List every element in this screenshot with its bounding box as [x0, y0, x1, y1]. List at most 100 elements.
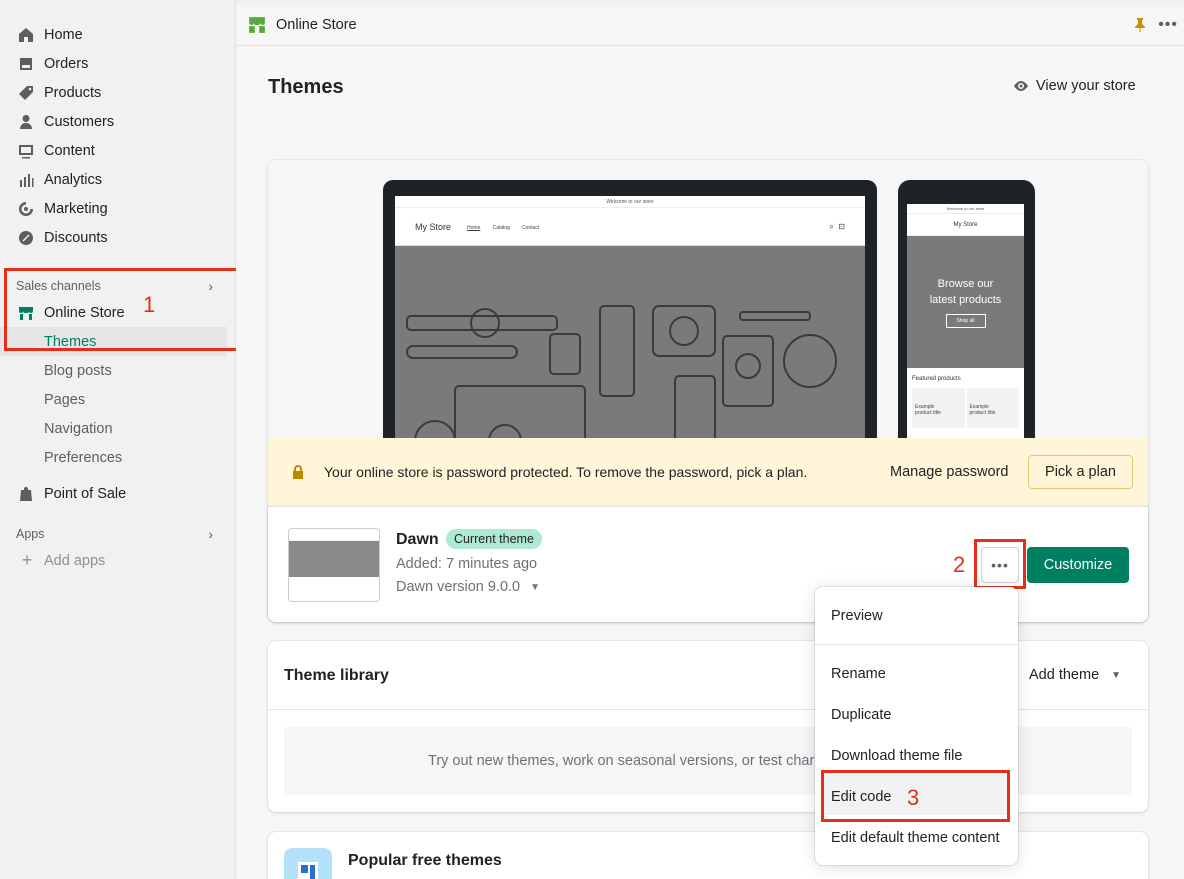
annotation-box-2: [974, 539, 1026, 589]
shop-all-button: Shop all: [945, 314, 986, 328]
announcement-bar: Welcome to our store: [907, 204, 1024, 214]
desktop-preview: Welcome to our store My Store Home Catal…: [383, 180, 877, 438]
caret-down-icon: ▼: [530, 581, 541, 593]
nav-label: Discounts: [44, 229, 108, 246]
theme-preview[interactable]: Welcome to our store My Store Home Catal…: [268, 160, 1148, 438]
product-card: Example product title: [966, 388, 1019, 428]
preview-link: Home: [467, 225, 481, 231]
menu-item-rename[interactable]: Rename: [831, 666, 886, 682]
add-apps-label: Add apps: [44, 552, 106, 569]
preview-link: Catalog: [492, 225, 510, 231]
annotation-number-3: 3: [907, 785, 920, 810]
preview-link: Contact: [522, 225, 540, 231]
nav-label: Analytics: [44, 171, 103, 188]
person-icon: [18, 114, 34, 130]
eye-icon: [1014, 81, 1028, 91]
hero-heading-line2: latest products: [929, 294, 1002, 306]
sub-item-pages[interactable]: Pages: [0, 385, 235, 414]
apps-header[interactable]: Apps ›: [0, 522, 235, 546]
nav-discounts[interactable]: Discounts: [0, 223, 235, 252]
page-title: Themes: [268, 76, 344, 98]
lock-icon: [293, 465, 303, 479]
nav-label: Orders: [44, 55, 89, 72]
nav-label: Point of Sale: [44, 485, 127, 502]
sub-item-preferences[interactable]: Preferences: [0, 443, 235, 472]
nav-customers[interactable]: Customers: [0, 107, 235, 136]
content-icon: [18, 143, 34, 159]
sidebar: Home Orders Products Customers Content A…: [0, 0, 236, 879]
nav-home[interactable]: Home: [0, 20, 235, 49]
chevron-right-icon: ›: [208, 526, 213, 542]
add-apps-link[interactable]: + Add apps: [0, 546, 235, 575]
tag-icon: [18, 85, 34, 101]
menu-item-preview[interactable]: Preview: [831, 608, 883, 624]
theme-added: Added: 7 minutes ago: [396, 556, 538, 572]
apps-label: Apps: [16, 527, 45, 541]
app-title: Online Store: [276, 17, 357, 33]
mobile-hero: Browse our latest products Shop all: [907, 236, 1024, 368]
menu-item-edit-default-content[interactable]: Edit default theme content: [831, 830, 999, 846]
search-icon: ⌕ ⊡: [829, 221, 845, 231]
annotation-number-2: 2: [953, 552, 966, 577]
manage-password-button[interactable]: Manage password: [890, 464, 1009, 480]
nav-label: Products: [44, 84, 102, 101]
caret-down-icon: ▼: [1111, 669, 1122, 681]
theme-version: Dawn version 9.0.0: [396, 579, 521, 595]
nav-label: Content: [44, 142, 95, 159]
menu-divider: [815, 644, 1018, 645]
theme-version-dropdown[interactable]: Dawn version 9.0.0 ▼: [396, 579, 540, 595]
nav-label: Marketing: [44, 200, 108, 217]
product-title: product title: [969, 410, 996, 416]
library-empty-text: Try out new themes, work on seasonal ver…: [428, 753, 815, 769]
view-store-label: View your store: [1036, 78, 1136, 94]
illustration-image: [406, 305, 837, 438]
top-bar: Online Store •••: [236, 5, 1184, 46]
preview-store-name: My Store: [415, 221, 452, 232]
mobile-preview: Welcome to our store My Store Browse our…: [898, 180, 1035, 438]
plus-icon: +: [21, 550, 33, 570]
customize-button[interactable]: Customize: [1027, 547, 1129, 583]
pin-icon[interactable]: [1134, 18, 1146, 32]
announcement-bar: Welcome to our store: [395, 196, 865, 208]
target-icon: [18, 201, 34, 217]
mobile-header: My Store: [907, 214, 1024, 236]
pos-bag-icon: [18, 486, 34, 502]
nav-analytics[interactable]: Analytics: [0, 165, 235, 194]
more-options-icon[interactable]: •••: [1158, 16, 1178, 34]
orders-icon: [18, 56, 34, 72]
themes-icon: [284, 848, 332, 879]
popular-themes-title: Popular free themes: [348, 852, 502, 869]
discount-icon: [18, 230, 34, 246]
preview-hero-image: [395, 246, 865, 438]
view-store-button[interactable]: View your store: [1012, 77, 1136, 95]
pick-plan-button[interactable]: Pick a plan: [1028, 455, 1133, 489]
banner-message: Your online store is password protected.…: [324, 464, 808, 480]
preview-store-name: My Store: [953, 221, 978, 228]
nav-label: Home: [44, 26, 83, 43]
hero-heading-line1: Browse our: [937, 278, 994, 290]
sub-item-navigation[interactable]: Navigation: [0, 414, 235, 443]
nav-marketing[interactable]: Marketing: [0, 194, 235, 223]
add-theme-button[interactable]: Add theme ▼: [1029, 667, 1121, 683]
nav-content[interactable]: Content: [0, 136, 235, 165]
product-card: Example product title: [912, 388, 965, 428]
featured-heading: Featured products: [912, 376, 961, 382]
nav-products[interactable]: Products: [0, 78, 235, 107]
theme-thumbnail[interactable]: [288, 528, 380, 602]
sub-item-blog-posts[interactable]: Blog posts: [0, 356, 235, 385]
theme-name: Dawn: [396, 531, 439, 548]
nav-label: Customers: [44, 113, 115, 130]
home-icon: [18, 27, 34, 43]
bar-chart-icon: [18, 172, 34, 188]
menu-item-download[interactable]: Download theme file: [831, 748, 962, 764]
menu-item-duplicate[interactable]: Duplicate: [831, 707, 891, 723]
nav-point-of-sale[interactable]: Point of Sale: [0, 479, 235, 508]
nav-orders[interactable]: Orders: [0, 49, 235, 78]
store-icon: [249, 17, 265, 33]
add-theme-label: Add theme: [1029, 667, 1100, 683]
current-theme-badge: Current theme: [446, 529, 542, 549]
annotation-number-1: 1: [143, 292, 156, 317]
theme-actions-menu: Preview Rename Duplicate Download theme …: [815, 587, 1018, 865]
password-banner: Your online store is password protected.…: [268, 438, 1148, 506]
product-title: product title: [915, 410, 941, 416]
